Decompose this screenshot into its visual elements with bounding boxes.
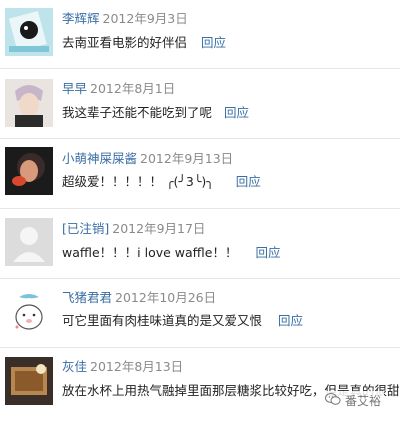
comment-date: 2012年9月3日 [102,11,188,26]
reply-link[interactable]: 回应 [255,245,280,260]
comment-date: 2012年10月26日 [115,290,217,305]
username[interactable]: 灰佳 [62,359,87,374]
username[interactable]: 李辉辉 [62,11,100,26]
username[interactable]: [已注销] [62,221,109,236]
comment-text: 去南亚看电影的好伴侣 [62,35,188,50]
list-item: 灰佳 2012年8月13日 放在水杯上用热气融掉里面那层糖浆比较好吃，但是真的很甜 [0,348,400,422]
watermark: 番艾裕 [321,391,384,410]
comment-body: 超级爱！！！！！ ╭(╯3╰)╮ 回应 [62,174,261,190]
username[interactable]: 飞猪君君 [62,290,112,305]
comment-date: 2012年9月17日 [112,221,206,236]
avatar[interactable] [5,8,53,56]
comment-date: 2012年9月13日 [140,151,234,166]
comment-meta: [已注销] 2012年9月17日 [62,221,205,237]
comment-date: 2012年8月1日 [90,81,176,96]
list-item: 早早 2012年8月1日 我这辈子还能不能吃到了呢 回应 [0,69,400,139]
avatar[interactable] [5,218,53,266]
comment-body: 去南亚看电影的好伴侣 回应 [62,35,226,51]
comment-text: 我这辈子还能不能吃到了呢 [62,105,213,120]
reply-link[interactable]: 回应 [201,35,226,50]
list-item: [已注销] 2012年9月17日 waffle！！！i love waffle！！… [0,209,400,279]
comment-meta: 李辉辉 2012年9月3日 [62,11,188,27]
reply-link[interactable]: 回应 [236,174,261,189]
comment-meta: 小萌神屎屎酱 2012年9月13日 [62,151,233,167]
comment-meta: 飞猪君君 2012年10月26日 [62,290,216,306]
username[interactable]: 小萌神屎屎酱 [62,151,137,166]
comment-text: waffle！！！i love waffle！！ [62,245,238,260]
watermark-text: 番艾裕 [344,394,381,408]
comment-date: 2012年8月13日 [90,359,184,374]
avatar[interactable] [5,147,53,195]
reply-link[interactable]: 回应 [278,313,303,328]
avatar[interactable] [5,357,53,405]
list-item: 李辉辉 2012年9月3日 去南亚看电影的好伴侣 回应 [0,0,400,69]
comment-meta: 灰佳 2012年8月13日 [62,359,183,375]
comment-text: 超级爱！！！！！ ╭(╯3╰)╮ [62,174,214,189]
comment-body: 我这辈子还能不能吃到了呢 回应 [62,105,249,121]
avatar[interactable] [5,289,53,337]
comment-meta: 早早 2012年8月1日 [62,81,175,97]
comment-body: 可它里面有肉桂味道真的是又爱又恨 回应 [62,313,303,329]
comment-text: 可它里面有肉桂味道真的是又爱又恨 [62,313,263,328]
reply-link[interactable]: 回应 [224,105,249,120]
wechat-icon [324,392,341,409]
comment-body: waffle！！！i love waffle！！ 回应 [62,245,280,261]
avatar[interactable] [5,79,53,127]
username[interactable]: 早早 [62,81,87,96]
list-item: 飞猪君君 2012年10月26日 可它里面有肉桂味道真的是又爱又恨 回应 [0,279,400,348]
list-item: 小萌神屎屎酱 2012年9月13日 超级爱！！！！！ ╭(╯3╰)╮ 回应 [0,139,400,209]
comment-list: 李辉辉 2012年9月3日 去南亚看电影的好伴侣 回应 早早 2012年8月1日 我… [0,0,400,422]
